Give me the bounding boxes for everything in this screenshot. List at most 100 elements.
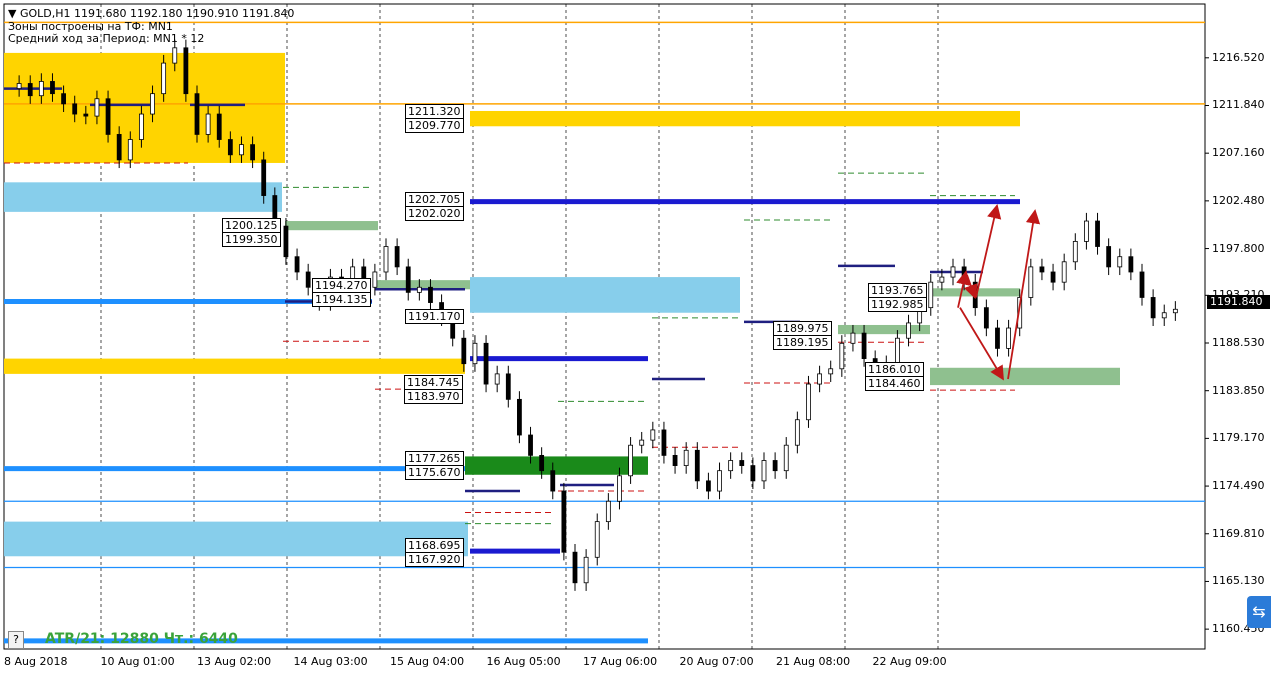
candle-body: [572, 551, 578, 584]
candle-body: [517, 398, 522, 436]
current-price-label: 1191.840: [1207, 295, 1270, 309]
candle-body: [227, 139, 233, 156]
candle-body: [1006, 327, 1011, 349]
candle-body: [1061, 261, 1067, 283]
zone-price-label: 1177.265: [405, 450, 464, 466]
candle-body: [1161, 312, 1167, 319]
candle-body: [305, 271, 311, 288]
price-chart[interactable]: [0, 0, 1273, 676]
candle-body: [194, 93, 200, 135]
x-tick-label: 20 Aug 07:00: [679, 655, 754, 668]
x-tick-label: 10 Aug 01:00: [100, 655, 175, 668]
candle-body: [139, 113, 144, 140]
y-tick-label: 1211.840: [1212, 98, 1265, 112]
candle-body: [672, 454, 678, 466]
candle-body: [661, 429, 667, 456]
y-tick-label: 1183.850: [1212, 383, 1265, 397]
zone-price-label: 1209.770: [405, 117, 464, 133]
y-tick-label: 1174.490: [1212, 479, 1265, 493]
candle-body: [250, 144, 255, 161]
candle-body: [116, 134, 122, 161]
zone-price-label: 1193.765: [868, 282, 927, 298]
candle-body: [61, 93, 66, 105]
candle-body: [1106, 246, 1112, 268]
blue-zone-b: [470, 277, 740, 313]
candle-body: [550, 470, 556, 492]
candle-body: [683, 449, 689, 466]
candle-body: [639, 439, 645, 446]
candle-body: [728, 460, 734, 472]
x-tick-label: 13 Aug 02:00: [197, 655, 272, 668]
x-tick-label: 15 Aug 04:00: [390, 655, 465, 668]
zone-price-label: 1211.320: [405, 103, 464, 119]
candle-body: [539, 454, 545, 472]
candle-body: [461, 337, 467, 365]
candle-body: [1172, 308, 1178, 314]
candle-body: [1095, 220, 1100, 247]
zone-price-label: 1175.670: [405, 464, 464, 480]
candle-body: [472, 342, 478, 365]
candle-body: [617, 475, 622, 502]
teamviewer-icon[interactable]: ⇆: [1247, 596, 1271, 628]
candle-body: [83, 113, 89, 117]
candle-body: [1150, 297, 1156, 319]
candle-body: [828, 368, 834, 375]
zone-price-label: 1184.745: [404, 374, 463, 390]
candle-body: [605, 500, 611, 523]
forecast-arrow: [975, 203, 1002, 298]
candle-body: [939, 276, 945, 283]
candle-body: [1128, 256, 1134, 273]
x-tick-label: 14 Aug 03:00: [293, 655, 368, 668]
candle-body: [405, 266, 411, 293]
candle-body: [394, 246, 400, 268]
candle-body: [528, 434, 533, 456]
candle-body: [906, 322, 911, 339]
help-button[interactable]: ?: [8, 631, 24, 649]
candle-body: [16, 83, 22, 89]
candle-body: [750, 465, 756, 482]
y-tick-label: 1207.160: [1212, 146, 1265, 160]
x-tick-label: 16 Aug 05:00: [486, 655, 561, 668]
candle-body: [995, 327, 1000, 349]
candle-body: [372, 271, 378, 288]
zone-price-label: 1192.985: [868, 296, 927, 312]
candle-body: [928, 281, 934, 309]
candle-body: [983, 307, 989, 329]
candle-body: [161, 62, 167, 95]
y-tick-label: 1197.800: [1212, 241, 1265, 255]
candle-body: [283, 225, 289, 258]
zone-price-label: 1199.350: [222, 231, 281, 247]
chart-header-avg-range: Средний ход за Период: MN1 * 12: [8, 32, 205, 45]
candle-body: [150, 93, 155, 115]
zone-price-label: 1202.705: [405, 191, 464, 207]
candle-body: [505, 373, 511, 400]
candle-body: [594, 521, 600, 558]
candle-body: [861, 332, 867, 359]
zone-price-label: 1200.125: [222, 217, 281, 233]
zone-price-label: 1202.020: [405, 205, 464, 221]
gold-zone-mid: [4, 358, 465, 374]
candle-body: [717, 470, 722, 492]
green-zone-a: [285, 221, 378, 231]
candle-body: [205, 113, 211, 135]
candle-body: [950, 266, 956, 278]
candle-body: [428, 286, 433, 303]
chart-header-symbol: ▼ GOLD,H1 1191.680 1192.180 1190.910 119…: [8, 7, 295, 20]
y-tick-label: 1169.810: [1212, 526, 1265, 540]
zone-price-label: 1194.135: [312, 291, 371, 307]
candle-body: [38, 81, 44, 97]
candle-body: [72, 103, 78, 115]
candle-body: [583, 556, 589, 584]
candle-body: [1050, 271, 1056, 283]
candle-body: [761, 460, 767, 482]
x-tick-label: 8 Aug 2018: [4, 655, 68, 668]
candle-body: [105, 98, 111, 135]
candle-body: [694, 449, 700, 482]
candle-body: [561, 490, 567, 553]
y-tick-label: 1165.130: [1212, 574, 1265, 588]
candle-body: [94, 98, 100, 117]
candle-body: [183, 47, 189, 95]
candle-body: [783, 444, 789, 472]
zone-price-label: 1184.460: [865, 375, 924, 391]
atr-readout: ATR/21: 12880 Чт.: 6440: [45, 631, 238, 647]
